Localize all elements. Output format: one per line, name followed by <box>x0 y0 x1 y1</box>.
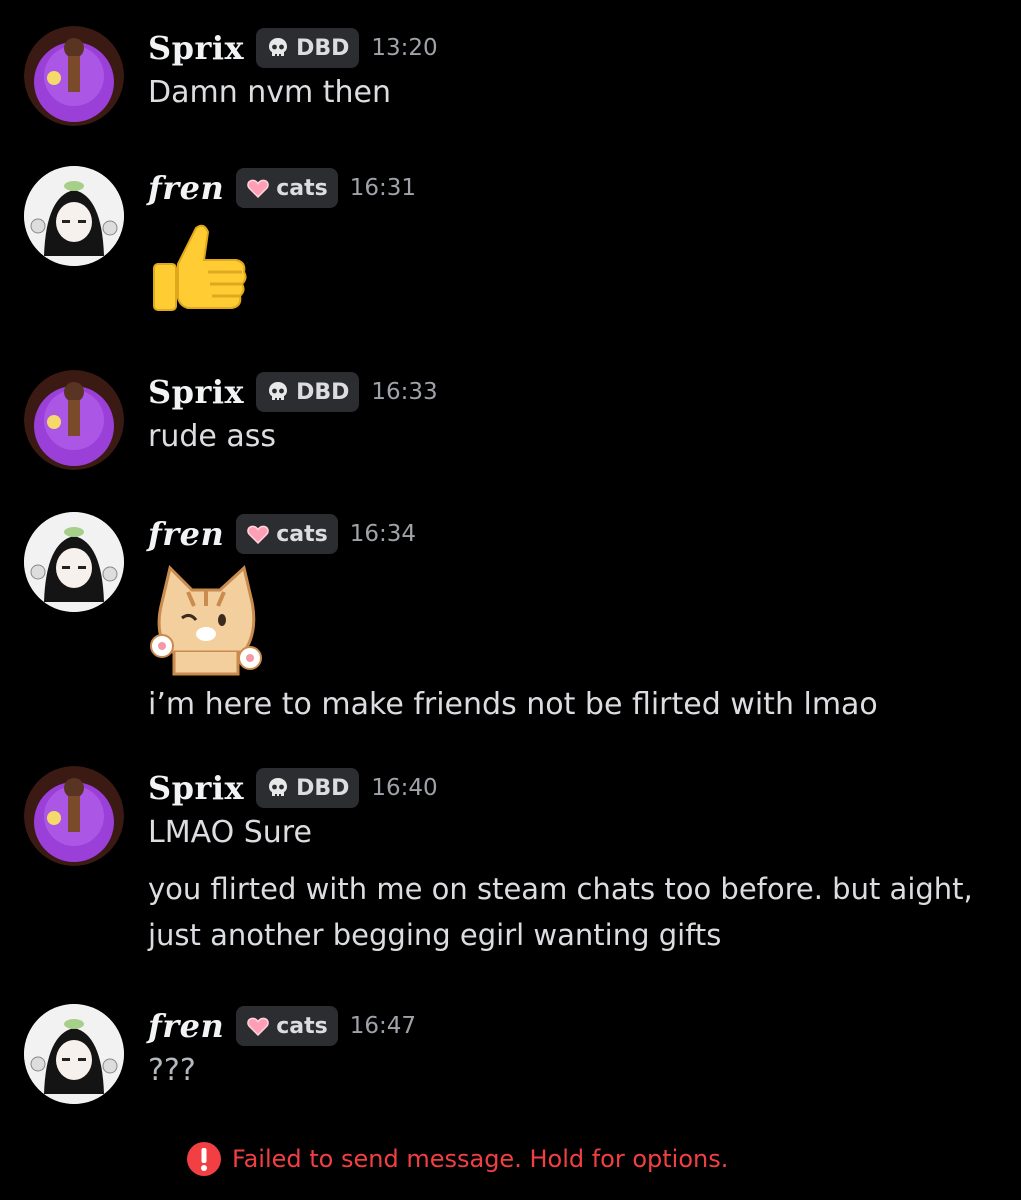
skull-icon <box>264 378 292 406</box>
tag-label: cats <box>276 1013 328 1039</box>
tag-label: cats <box>276 521 328 547</box>
message-text: ??? <box>148 1053 196 1088</box>
thumbs-up-icon[interactable] <box>148 214 258 324</box>
author-name[interactable]: Sprix <box>148 29 244 67</box>
avatar-fren[interactable] <box>24 166 124 266</box>
error-text: Failed to send message. Hold for options… <box>232 1145 729 1173</box>
message-text: LMAO Sure <box>148 815 312 850</box>
avatar-fren[interactable] <box>24 1004 124 1104</box>
guild-tag[interactable]: DBD <box>256 372 360 412</box>
message-text: i’m here to make friends not be flirted … <box>148 687 878 722</box>
guild-tag[interactable]: DBD <box>256 768 360 808</box>
avatar-fren[interactable] <box>24 512 124 612</box>
message-text: just another begging egirl wanting gifts <box>148 918 722 952</box>
author-name[interactable]: fren <box>148 169 224 207</box>
guild-tag[interactable]: cats <box>236 514 338 554</box>
guild-tag[interactable]: cats <box>236 1006 338 1046</box>
skull-icon <box>264 34 292 62</box>
author-name[interactable]: Sprix <box>148 769 244 807</box>
timestamp: 16:33 <box>371 379 438 405</box>
author-name[interactable]: Sprix <box>148 373 244 411</box>
heart-icon <box>244 174 272 202</box>
timestamp: 16:40 <box>371 775 438 801</box>
tag-label: DBD <box>296 35 350 61</box>
skull-icon <box>264 774 292 802</box>
message-text: Damn nvm then <box>148 75 392 110</box>
author-name[interactable]: fren <box>148 515 224 553</box>
timestamp: 16:31 <box>349 175 417 201</box>
timestamp: 13:20 <box>371 35 438 61</box>
exclamation-icon <box>186 1141 222 1177</box>
author-name[interactable]: fren <box>148 1007 224 1045</box>
message-text: you flirted with me on steam chats too b… <box>148 872 973 906</box>
heart-icon <box>244 1012 272 1040</box>
tag-label: DBD <box>296 379 350 405</box>
tag-label: cats <box>276 175 328 201</box>
guild-tag[interactable]: cats <box>236 168 338 208</box>
guild-tag[interactable]: DBD <box>256 28 360 68</box>
avatar-sprix[interactable] <box>24 370 124 470</box>
send-error-notice[interactable]: Failed to send message. Hold for options… <box>186 1141 728 1177</box>
message-text: rude ass <box>148 419 277 454</box>
heart-icon <box>244 520 272 548</box>
cat-sticker-icon[interactable] <box>148 562 264 678</box>
avatar-sprix[interactable] <box>24 26 124 126</box>
timestamp: 16:47 <box>349 1013 417 1039</box>
timestamp: 16:34 <box>349 521 417 547</box>
tag-label: DBD <box>296 775 350 801</box>
avatar-sprix[interactable] <box>24 766 124 866</box>
